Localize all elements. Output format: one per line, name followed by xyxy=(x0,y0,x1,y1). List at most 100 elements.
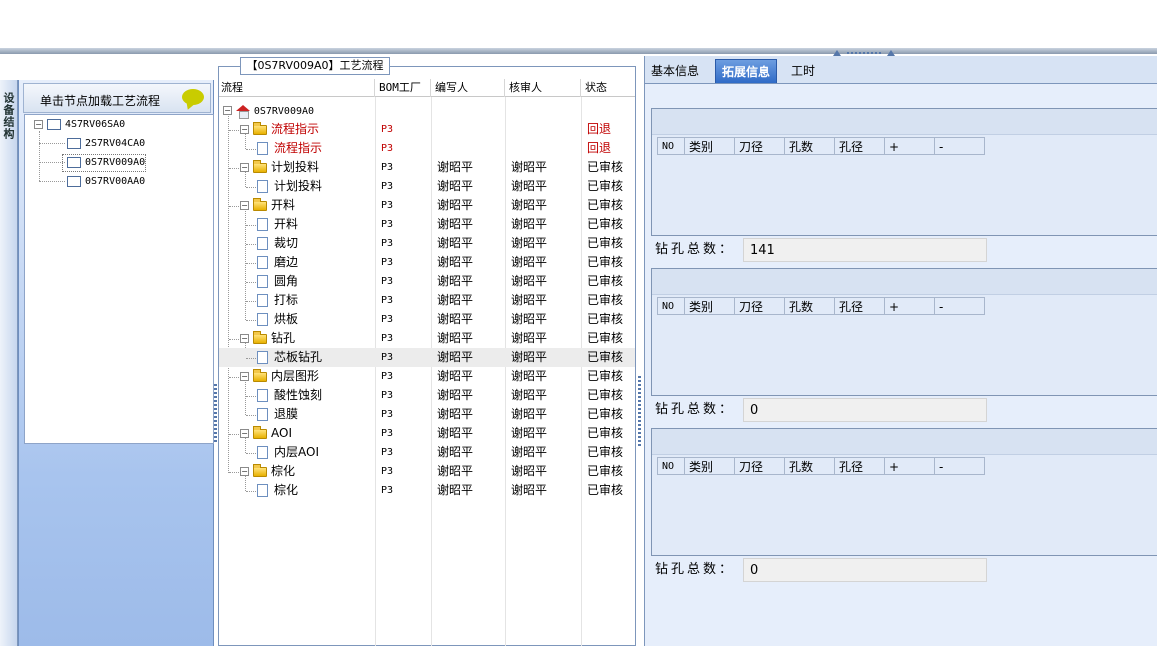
tab-work-hours[interactable]: 工时 xyxy=(785,59,821,83)
tree-node-child-selected[interactable]: 0S7RV009A0 xyxy=(61,154,147,172)
collapse-icon[interactable]: − xyxy=(223,106,232,115)
remove-column-button[interactable]: - xyxy=(935,457,985,475)
drill-col-header[interactable]: 孔数 xyxy=(785,457,835,475)
cell-bom: P3 xyxy=(381,371,394,382)
document-icon xyxy=(257,313,268,326)
cell-reviewer: 谢昭平 xyxy=(511,407,548,421)
cell-status: 已审核 xyxy=(587,160,624,174)
tree-node-child[interactable]: 0S7RV00AA0 xyxy=(63,174,145,190)
cell-writer: 谢昭平 xyxy=(437,483,474,497)
process-step-row[interactable]: 开料 P3 谢昭平 谢昭平 已审核 xyxy=(219,215,635,234)
remove-column-button[interactable]: - xyxy=(935,297,985,315)
cell-reviewer: 谢昭平 xyxy=(511,255,548,269)
drill-col-header[interactable]: 类别 xyxy=(685,297,735,315)
drill-col-header[interactable]: 刀径 xyxy=(735,137,785,155)
process-step-row[interactable]: 退膜 P3 谢昭平 谢昭平 已审核 xyxy=(219,405,635,424)
cell-process: 内层AOI xyxy=(257,443,319,462)
drill-col-header[interactable]: 孔数 xyxy=(785,297,835,315)
cell-process: 棕化 xyxy=(257,481,298,500)
cell-status: 已审核 xyxy=(587,407,624,421)
cell-status: 回退 xyxy=(587,141,612,155)
drill-col-header[interactable]: 孔数 xyxy=(785,137,835,155)
left-splitter-handle[interactable] xyxy=(214,384,217,444)
process-step-row[interactable]: 打标 P3 谢昭平 谢昭平 已审核 xyxy=(219,291,635,310)
process-group-row[interactable]: − 流程指示 P3 回退 xyxy=(219,120,635,139)
document-icon xyxy=(257,389,268,402)
tab-basic-info[interactable]: 基本信息 xyxy=(645,59,705,83)
cell-process: 芯板钻孔 xyxy=(257,348,322,367)
drill-col-header[interactable]: 孔径 xyxy=(835,457,885,475)
add-column-button[interactable]: + xyxy=(885,297,935,315)
col-header-bom[interactable]: BOM工厂 xyxy=(375,79,431,97)
process-step-row[interactable]: 烘板 P3 谢昭平 谢昭平 已审核 xyxy=(219,310,635,329)
process-step-row[interactable]: 计划投料 P3 谢昭平 谢昭平 已审核 xyxy=(219,177,635,196)
drill-count-label: 钻孔总数： xyxy=(655,562,736,577)
drill-col-header[interactable]: 孔径 xyxy=(835,297,885,315)
process-step-row[interactable]: 芯板钻孔 P3 谢昭平 谢昭平 已审核 xyxy=(219,348,635,367)
cell-process: 打标 xyxy=(257,291,298,310)
process-step-row[interactable]: 圆角 P3 谢昭平 谢昭平 已审核 xyxy=(219,272,635,291)
collapse-icon[interactable]: − xyxy=(240,334,249,343)
col-header-writer[interactable]: 编写人 xyxy=(431,79,505,97)
drill-col-header[interactable]: 刀径 xyxy=(735,297,785,315)
cell-writer: 谢昭平 xyxy=(437,179,474,193)
col-header-process[interactable]: 流程 xyxy=(219,79,375,97)
process-group-row[interactable]: − AOI P3 谢昭平 谢昭平 已审核 xyxy=(219,424,635,443)
drill-col-header[interactable]: 类别 xyxy=(685,457,735,475)
process-step-row[interactable]: 流程指示 P3 回退 xyxy=(219,139,635,158)
remove-column-button[interactable]: - xyxy=(935,137,985,155)
tree-node-root[interactable]: − 4S7RV06SA0 xyxy=(34,117,125,133)
right-splitter-handle[interactable] xyxy=(638,376,641,446)
tree-connector xyxy=(246,244,256,245)
drill-count-field[interactable]: 0 xyxy=(743,558,987,582)
cell-writer: 谢昭平 xyxy=(437,350,474,364)
drill-count-field[interactable]: 141 xyxy=(743,238,987,262)
process-step-row[interactable]: 酸性蚀刻 P3 谢昭平 谢昭平 已审核 xyxy=(219,386,635,405)
drill-col-header[interactable]: 类别 xyxy=(685,137,735,155)
process-group-row[interactable]: − 内层图形 P3 谢昭平 谢昭平 已审核 xyxy=(219,367,635,386)
col-header-reviewer[interactable]: 核审人 xyxy=(505,79,581,97)
process-step-row[interactable]: 磨边 P3 谢昭平 谢昭平 已审核 xyxy=(219,253,635,272)
speech-bubble-icon[interactable] xyxy=(182,89,204,105)
collapse-icon[interactable]: − xyxy=(240,429,249,438)
drill-col-header[interactable]: NO xyxy=(657,137,685,155)
collapse-icon[interactable]: − xyxy=(240,125,249,134)
drill-count-field[interactable]: 0 xyxy=(743,398,987,422)
process-step-row[interactable]: 棕化 P3 谢昭平 谢昭平 已审核 xyxy=(219,481,635,500)
cell-status: 回退 xyxy=(587,122,612,136)
cell-bom: P3 xyxy=(381,124,394,135)
collapse-icon[interactable]: − xyxy=(240,372,249,381)
tree-node-child[interactable]: 2S7RV04CA0 xyxy=(63,136,145,152)
equipment-structure-vtab[interactable]: 设备结构 xyxy=(0,80,18,646)
process-group-row[interactable]: − 计划投料 P3 谢昭平 谢昭平 已审核 xyxy=(219,158,635,177)
tree-root-row[interactable]: − 0S7RV009A0 xyxy=(219,101,635,120)
process-group-row[interactable]: − 棕化 P3 谢昭平 谢昭平 已审核 xyxy=(219,462,635,481)
add-column-button[interactable]: + xyxy=(885,457,935,475)
drill-col-header[interactable]: NO xyxy=(657,457,685,475)
process-name: 计划投料 xyxy=(271,160,320,174)
drill-col-header[interactable]: 刀径 xyxy=(735,457,785,475)
process-group-row[interactable]: − 钻孔 P3 谢昭平 谢昭平 已审核 xyxy=(219,329,635,348)
col-header-status[interactable]: 状态 xyxy=(581,79,635,97)
cell-status: 已审核 xyxy=(587,369,624,383)
collapse-icon[interactable]: − xyxy=(240,163,249,172)
process-group-row[interactable]: − 开料 P3 谢昭平 谢昭平 已审核 xyxy=(219,196,635,215)
collapse-icon[interactable]: − xyxy=(240,467,249,476)
document-icon xyxy=(257,484,268,497)
collapse-icon[interactable]: − xyxy=(240,201,249,210)
tree-connector xyxy=(246,187,256,188)
tab-extended-info[interactable]: 拓展信息 xyxy=(715,59,778,83)
cell-reviewer: 谢昭平 xyxy=(511,426,548,440)
node-icon xyxy=(67,137,81,149)
drill-col-header[interactable]: 孔径 xyxy=(835,137,885,155)
drill-col-header[interactable]: NO xyxy=(657,297,685,315)
process-step-row[interactable]: 内层AOI P3 谢昭平 谢昭平 已审核 xyxy=(219,443,635,462)
cell-reviewer: 谢昭平 xyxy=(511,350,548,364)
process-step-row[interactable]: 裁切 P3 谢昭平 谢昭平 已审核 xyxy=(219,234,635,253)
add-column-button[interactable]: + xyxy=(885,137,935,155)
cell-bom: P3 xyxy=(381,352,394,363)
left-panel-header: 单击节点加载工艺流程 xyxy=(23,83,211,113)
cell-status: 已审核 xyxy=(587,198,624,212)
collapse-icon[interactable]: − xyxy=(34,119,43,129)
process-name: 打标 xyxy=(274,293,299,307)
